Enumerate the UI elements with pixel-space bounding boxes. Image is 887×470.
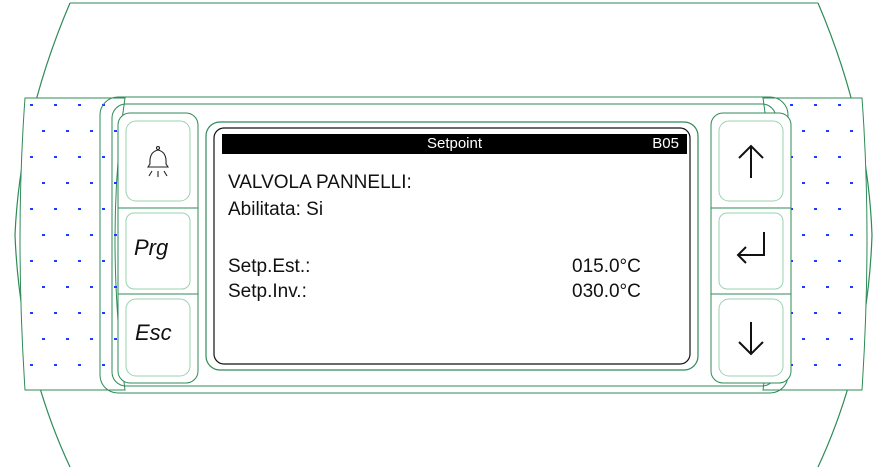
setp-inv-value: 030.0°C	[572, 281, 641, 302]
setp-est-value: 015.0°C	[572, 256, 641, 277]
screen-title: Setpoint	[426, 135, 483, 152]
lcd-line-2: Abilitata: Si	[228, 199, 324, 220]
esc-button[interactable]	[126, 299, 190, 376]
enter-button[interactable]	[719, 213, 783, 289]
lcd-header: Setpoint B05	[222, 134, 687, 154]
setp-est-label: Setp.Est.:	[228, 256, 311, 277]
up-button[interactable]	[719, 121, 783, 201]
setp-inv-label: Setp.Inv.:	[228, 281, 307, 302]
prg-button[interactable]	[126, 213, 190, 289]
alarm-button[interactable]	[126, 121, 190, 201]
screen-code: B05	[652, 135, 679, 152]
lcd-line-1: VALVOLA PANNELLI:	[228, 172, 412, 193]
down-button[interactable]	[719, 299, 783, 376]
dotted-panel-left	[19, 97, 126, 391]
